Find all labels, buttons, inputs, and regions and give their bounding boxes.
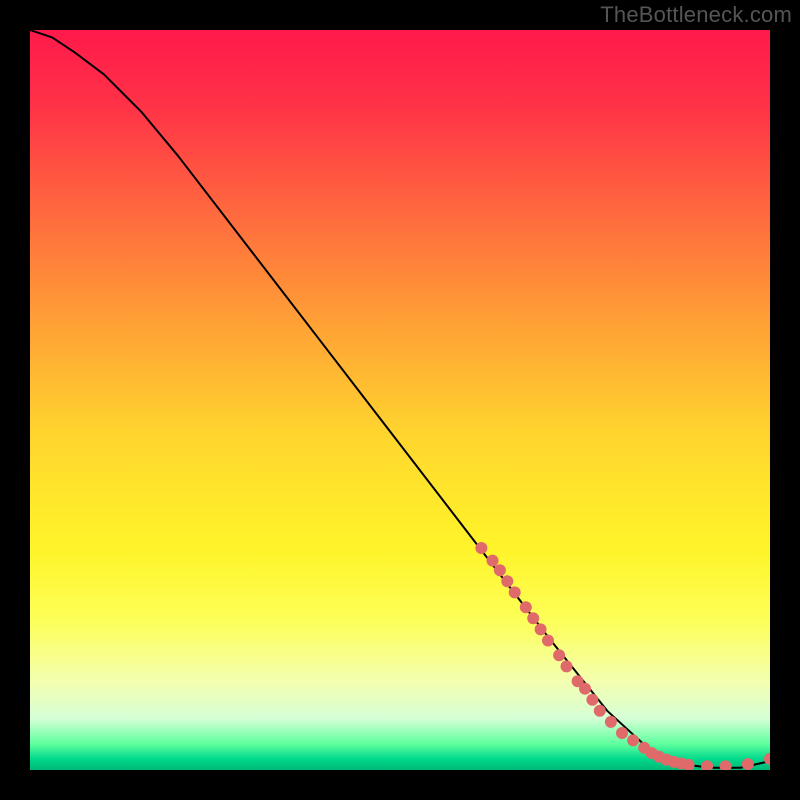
scatter-dot <box>542 635 554 647</box>
scatter-dot <box>561 660 573 672</box>
chart-frame: TheBottleneck.com <box>0 0 800 800</box>
scatter-dot <box>579 683 591 695</box>
scatter-dot <box>586 694 598 706</box>
scatter-dot <box>494 564 506 576</box>
scatter-dot <box>594 705 606 717</box>
scatter-dot <box>616 727 628 739</box>
scatter-dot <box>527 612 539 624</box>
chart-svg <box>30 30 770 770</box>
scatter-dot <box>487 555 499 567</box>
chart-background <box>30 30 770 770</box>
scatter-dot <box>742 758 754 770</box>
plot-area <box>30 30 770 770</box>
scatter-dot <box>553 649 565 661</box>
scatter-dot <box>627 734 639 746</box>
scatter-dot <box>509 586 521 598</box>
scatter-dot <box>605 716 617 728</box>
scatter-dot <box>475 542 487 554</box>
scatter-dot <box>535 623 547 635</box>
scatter-dot <box>520 601 532 613</box>
scatter-dot <box>501 575 513 587</box>
watermark-text: TheBottleneck.com <box>600 2 792 28</box>
